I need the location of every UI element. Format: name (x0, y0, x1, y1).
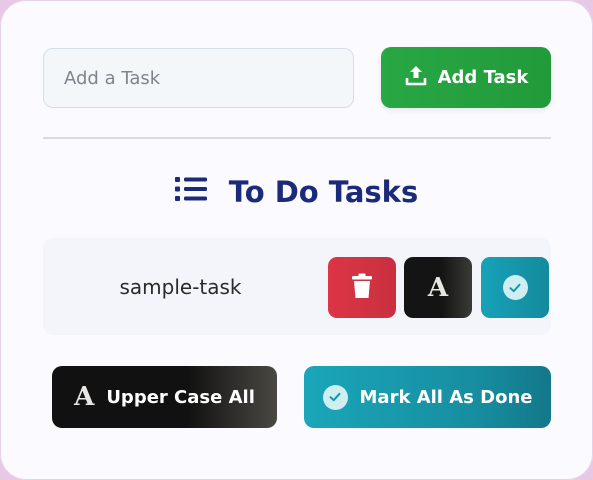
uppercase-all-label: Upper Case All (106, 386, 255, 408)
font-a-icon: A (74, 382, 95, 412)
upload-icon (404, 63, 428, 92)
divider (43, 137, 551, 139)
mark-done-button[interactable] (481, 257, 549, 318)
section-heading: To Do Tasks (0, 170, 593, 214)
add-task-label: Add Task (437, 67, 529, 88)
uppercase-task-button[interactable]: A (404, 257, 472, 318)
delete-task-button[interactable] (328, 257, 396, 318)
add-task-input[interactable] (43, 48, 354, 108)
task-label: sample-task (119, 274, 242, 299)
add-task-button[interactable]: Add Task (381, 47, 551, 108)
todo-card: Add Task To Do Tasks sample-task (0, 0, 593, 480)
list-icon (174, 175, 207, 210)
page-title: To Do Tasks (228, 175, 419, 209)
check-circle-icon (502, 275, 528, 300)
trash-icon (351, 273, 373, 302)
mark-all-done-button[interactable]: Mark All As Done (304, 366, 551, 428)
task-row: sample-task A (43, 238, 551, 335)
mark-all-done-label: Mark All As Done (359, 386, 533, 408)
font-a-icon: A (427, 272, 449, 303)
uppercase-all-button[interactable]: A Upper Case All (52, 366, 277, 428)
check-circle-icon (322, 384, 348, 410)
